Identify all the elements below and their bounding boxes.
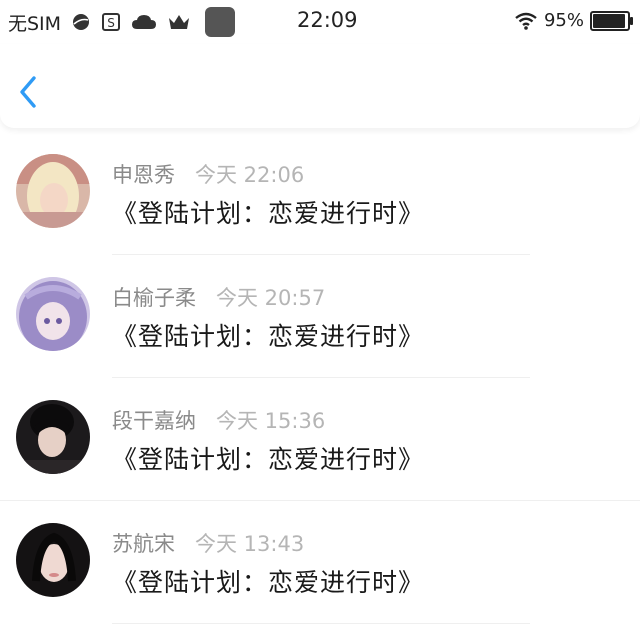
list-item[interactable]: 白榆子柔 今天 20:57 《登陆计划：恋爱进行时》: [0, 255, 640, 378]
avatar[interactable]: [16, 277, 90, 351]
list-item[interactable]: 苏航宋 今天 13:43 《登陆计划：恋爱进行时》: [0, 501, 640, 624]
nav-bar: [0, 44, 640, 128]
message-content: 《登陆计划：恋爱进行时》: [112, 322, 425, 351]
timestamp: 今天 22:06: [195, 163, 305, 187]
timestamp: 今天 20:57: [216, 286, 326, 310]
message-content: 《登陆计划：恋爱进行时》: [112, 199, 425, 228]
app-square-icon: [205, 7, 236, 37]
sender-name: 申恩秀: [112, 163, 175, 187]
s-badge-icon: S: [101, 12, 121, 32]
status-time: 22:09: [297, 8, 358, 32]
avatar[interactable]: [16, 523, 90, 597]
sender-name: 白榆子柔: [112, 286, 196, 310]
list-item[interactable]: 申恩秀 今天 22:06 《登陆计划：恋爱进行时》: [0, 132, 640, 255]
message-content: 《登陆计划：恋爱进行时》: [112, 568, 425, 597]
item-meta: 段干嘉纳 今天 15:36: [112, 405, 325, 435]
svg-text:S: S: [107, 16, 115, 30]
wifi-icon: [514, 11, 538, 31]
sender-name: 苏航宋: [112, 532, 175, 556]
list-item[interactable]: 段干嘉纳 今天 15:36 《登陆计划：恋爱进行时》: [0, 378, 640, 501]
crown-icon: [167, 12, 191, 32]
timestamp: 今天 13:43: [195, 532, 305, 556]
chevron-left-icon: [20, 76, 36, 108]
carrier-label: 无SIM: [8, 12, 62, 35]
avatar[interactable]: [16, 154, 90, 228]
divider: [112, 623, 530, 624]
status-bar-left: 无SIM S: [8, 7, 236, 37]
globe-icon: [71, 12, 91, 32]
cloud-icon: [131, 12, 157, 32]
battery-icon: [590, 10, 633, 31]
item-meta: 苏航宋 今天 13:43: [112, 528, 304, 558]
battery-level-fill: [593, 13, 626, 28]
battery-percent: 95%: [543, 10, 584, 31]
item-meta: 申恩秀 今天 22:06: [112, 159, 304, 189]
message-content: 《登陆计划：恋爱进行时》: [112, 445, 425, 474]
message-list: 申恩秀 今天 22:06 《登陆计划：恋爱进行时》 白榆子柔 今天 20:57 《登…: [0, 132, 640, 624]
back-button[interactable]: [14, 72, 44, 112]
status-bar: 无SIM S 22:09 95%: [0, 0, 640, 44]
item-meta: 白榆子柔 今天 20:57: [112, 282, 325, 312]
avatar[interactable]: [16, 400, 90, 474]
timestamp: 今天 15:36: [216, 409, 326, 433]
status-bar-right: 95%: [514, 10, 633, 31]
sender-name: 段干嘉纳: [112, 409, 196, 433]
